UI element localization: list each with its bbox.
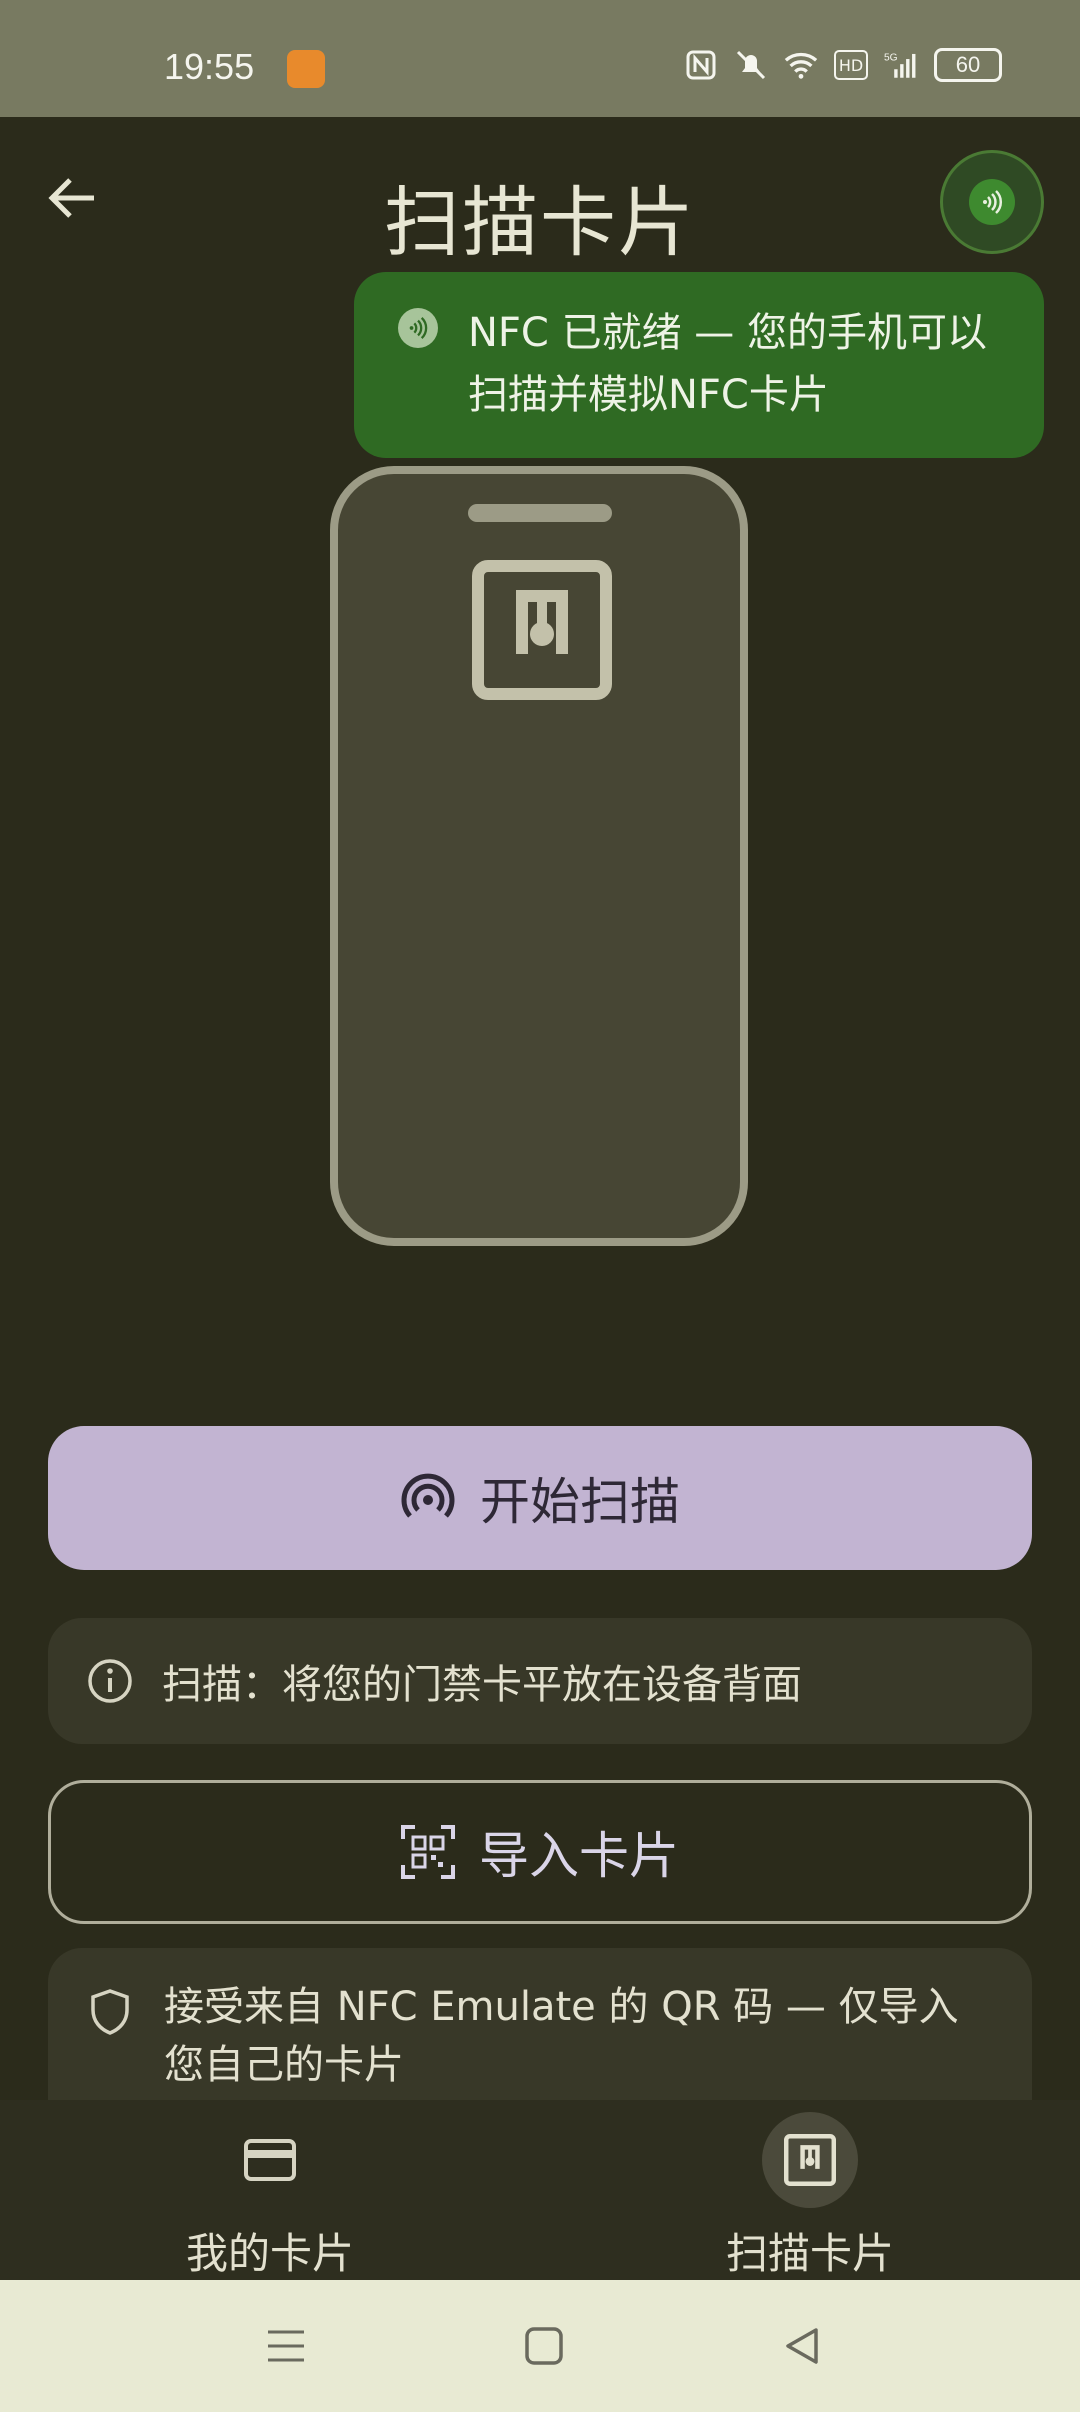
nav-label-my-cards: 我的卡片: [185, 2229, 354, 2278]
start-scan-label: 开始扫描: [480, 1473, 680, 1531]
nfc-icon: [762, 2112, 858, 2208]
import-card-button[interactable]: 导入卡片: [48, 1780, 1032, 1924]
scan-signal-icon: [401, 1473, 455, 1518]
toast-message: NFC 已就绪 — 您的手机可以扫描并模拟NFC卡片: [468, 310, 988, 418]
menu-icon[interactable]: [258, 2318, 314, 2374]
notification-app-icon: [287, 50, 325, 88]
page-title: 扫描卡片: [384, 178, 696, 267]
nfc-status-icon: [684, 48, 718, 82]
hd-icon: HD: [834, 50, 868, 80]
svg-text:5G: 5G: [884, 53, 898, 64]
phone-illustration: [330, 466, 748, 1246]
qr-scan-icon: [401, 1825, 455, 1879]
nfc-status-button[interactable]: [940, 150, 1044, 254]
nfc-signal-icon: [398, 308, 438, 348]
nav-item-scan-cards[interactable]: 扫描卡片: [540, 2100, 1080, 2280]
nfc-ready-toast: NFC 已就绪 — 您的手机可以扫描并模拟NFC卡片: [354, 272, 1044, 458]
scan-hint-text: 扫描：将您的门禁卡平放在设备背面: [162, 1662, 802, 1708]
battery-indicator: 60: [934, 48, 1002, 82]
qr-notice-text: 接受来自 NFC Emulate 的 QR 码 — 仅导入您自己的卡片: [164, 1984, 959, 2088]
shield-icon: [91, 1989, 129, 2035]
card-icon: [222, 2112, 318, 2208]
signal-icon: 5G: [884, 48, 918, 82]
nfc-tag-icon: [472, 560, 612, 700]
qr-notice-card: 接受来自 NFC Emulate 的 QR 码 — 仅导入您自己的卡片: [48, 1948, 1032, 2108]
status-time: 19:55: [164, 46, 255, 87]
status-icons: HD 5G 60: [684, 48, 1002, 82]
status-bar: 19:55 HD 5G 60: [0, 0, 1080, 117]
scan-hint-card: 扫描：将您的门禁卡平放在设备背面: [48, 1618, 1032, 1744]
wifi-icon: [784, 48, 818, 82]
system-navigation-bar: [0, 2280, 1080, 2412]
info-icon: [88, 1659, 132, 1703]
bottom-navigation: 我的卡片 扫描卡片: [0, 2100, 1080, 2280]
back-triangle-icon[interactable]: [774, 2318, 830, 2374]
import-card-label: 导入卡片: [479, 1827, 679, 1885]
top-app-bar: 扫描卡片: [0, 117, 1080, 287]
start-scan-button[interactable]: 开始扫描: [48, 1426, 1032, 1570]
nfc-signal-icon: [969, 179, 1015, 225]
home-icon[interactable]: [516, 2318, 572, 2374]
nav-item-my-cards[interactable]: 我的卡片: [0, 2100, 540, 2280]
phone-speaker: [468, 504, 612, 522]
mute-icon: [734, 48, 768, 82]
nav-label-scan-cards: 扫描卡片: [725, 2229, 894, 2278]
